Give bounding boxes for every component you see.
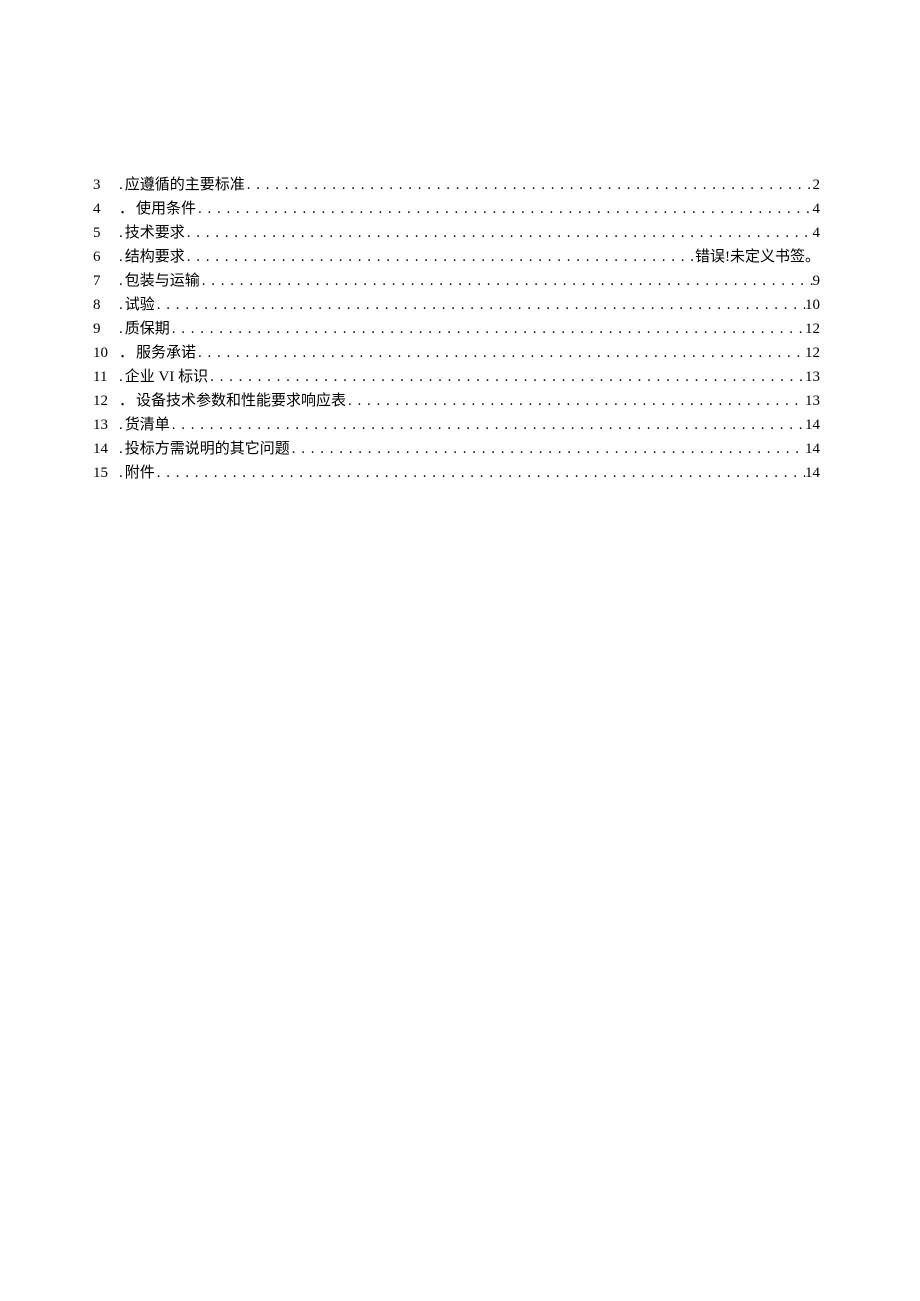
toc-dots [170, 319, 805, 340]
toc-dots [290, 439, 805, 460]
toc-entry-sep: ． [119, 199, 134, 220]
toc-entry-page: 13 [805, 367, 820, 388]
toc-entry-title: 应遵循的主要标准 [125, 175, 245, 196]
toc-entry-number: 6 [93, 247, 115, 268]
toc-entry: 10 ． 服务承诺 12 [93, 343, 820, 364]
toc-entry: 13 . 货清单 14 [93, 415, 820, 436]
toc-entry-page: 14 [805, 439, 820, 460]
toc-dots [200, 271, 813, 292]
toc-entry-number: 13 [93, 415, 115, 436]
toc-entry-number: 11 [93, 367, 115, 388]
toc-entry: 4 ． 使用条件 4 [93, 199, 820, 220]
toc-entry-title: 包装与运输 [125, 271, 200, 292]
toc-entry-title: 结构要求 [125, 247, 185, 268]
toc-entry-sep: . [119, 223, 123, 244]
toc-entry-sep: . [119, 319, 123, 340]
toc-entry-title: 技术要求 [125, 223, 185, 244]
toc-entry-number: 10 [93, 343, 115, 364]
toc-entry-title: 使用条件 [136, 199, 196, 220]
toc-entry-sep: ． [119, 343, 134, 364]
toc-entry-number: 14 [93, 439, 115, 460]
toc-entry-title: 质保期 [125, 319, 170, 340]
toc-entry-sep: . [119, 415, 123, 436]
toc-dots [208, 367, 805, 388]
toc-dots [196, 343, 805, 364]
toc-entry-title: 附件 [125, 463, 155, 484]
toc-dots [346, 391, 805, 412]
toc-dots [245, 175, 813, 196]
toc-entry-title: 设备技术参数和性能要求响应表 [136, 391, 346, 412]
toc-entry-title: 企业 VI 标识 [125, 367, 208, 388]
toc-dots [196, 199, 812, 220]
toc-entry-number: 12 [93, 391, 115, 412]
toc-entry-page: 错误!未定义书签。 [695, 247, 820, 268]
toc-entry-page: 12 [805, 319, 820, 340]
toc-entry-sep: . [119, 175, 123, 196]
toc-entry-page: 10 [805, 295, 820, 316]
toc-entry-page: 2 [813, 175, 821, 196]
toc-entry: 7 . 包装与运输 9 [93, 271, 820, 292]
toc-entry-sep: ． [119, 391, 134, 412]
toc-entry: 8 . 试验 10 [93, 295, 820, 316]
toc-entry-sep: . [119, 439, 123, 460]
toc-entry-page: 4 [813, 199, 821, 220]
toc-entry-page: 12 [805, 343, 820, 364]
toc-entry: 6 . 结构要求 错误!未定义书签。 [93, 247, 820, 268]
toc-entry-title: 投标方需说明的其它问题 [125, 439, 290, 460]
toc-entry-title: 服务承诺 [136, 343, 196, 364]
toc-entry-sep: . [119, 271, 123, 292]
toc-entry: 5 . 技术要求 4 [93, 223, 820, 244]
toc-entry-sep: . [119, 247, 123, 268]
toc-entry-page: 14 [805, 415, 820, 436]
toc-entry-title: 货清单 [125, 415, 170, 436]
toc-entry-number: 4 [93, 199, 115, 220]
toc-entry: 12 ． 设备技术参数和性能要求响应表 13 [93, 391, 820, 412]
toc-entry-sep: . [119, 367, 123, 388]
toc-dots [155, 295, 805, 316]
toc-entry: 11 . 企业 VI 标识 13 [93, 367, 820, 388]
toc-entry-sep: . [119, 295, 123, 316]
toc-entry: 3 . 应遵循的主要标准 2 [93, 175, 820, 196]
toc-entry-number: 3 [93, 175, 115, 196]
toc-entry-sep: . [119, 463, 123, 484]
toc-entry-title: 试验 [125, 295, 155, 316]
toc-entry: 14 . 投标方需说明的其它问题 14 [93, 439, 820, 460]
table-of-contents: 3 . 应遵循的主要标准 2 4 ． 使用条件 4 5 . 技术要求 4 6 .… [93, 175, 820, 484]
toc-entry-page: 13 [805, 391, 820, 412]
toc-entry-number: 15 [93, 463, 115, 484]
toc-dots [155, 463, 805, 484]
toc-entry-number: 8 [93, 295, 115, 316]
toc-entry-page: 9 [813, 271, 821, 292]
toc-entry-page: 4 [813, 223, 821, 244]
toc-entry-number: 7 [93, 271, 115, 292]
toc-dots [170, 415, 805, 436]
toc-dots [185, 247, 695, 268]
toc-entry-page: 14 [805, 463, 820, 484]
toc-entry: 15 . 附件 14 [93, 463, 820, 484]
toc-entry: 9 . 质保期 12 [93, 319, 820, 340]
toc-dots [185, 223, 813, 244]
toc-entry-number: 9 [93, 319, 115, 340]
toc-entry-number: 5 [93, 223, 115, 244]
